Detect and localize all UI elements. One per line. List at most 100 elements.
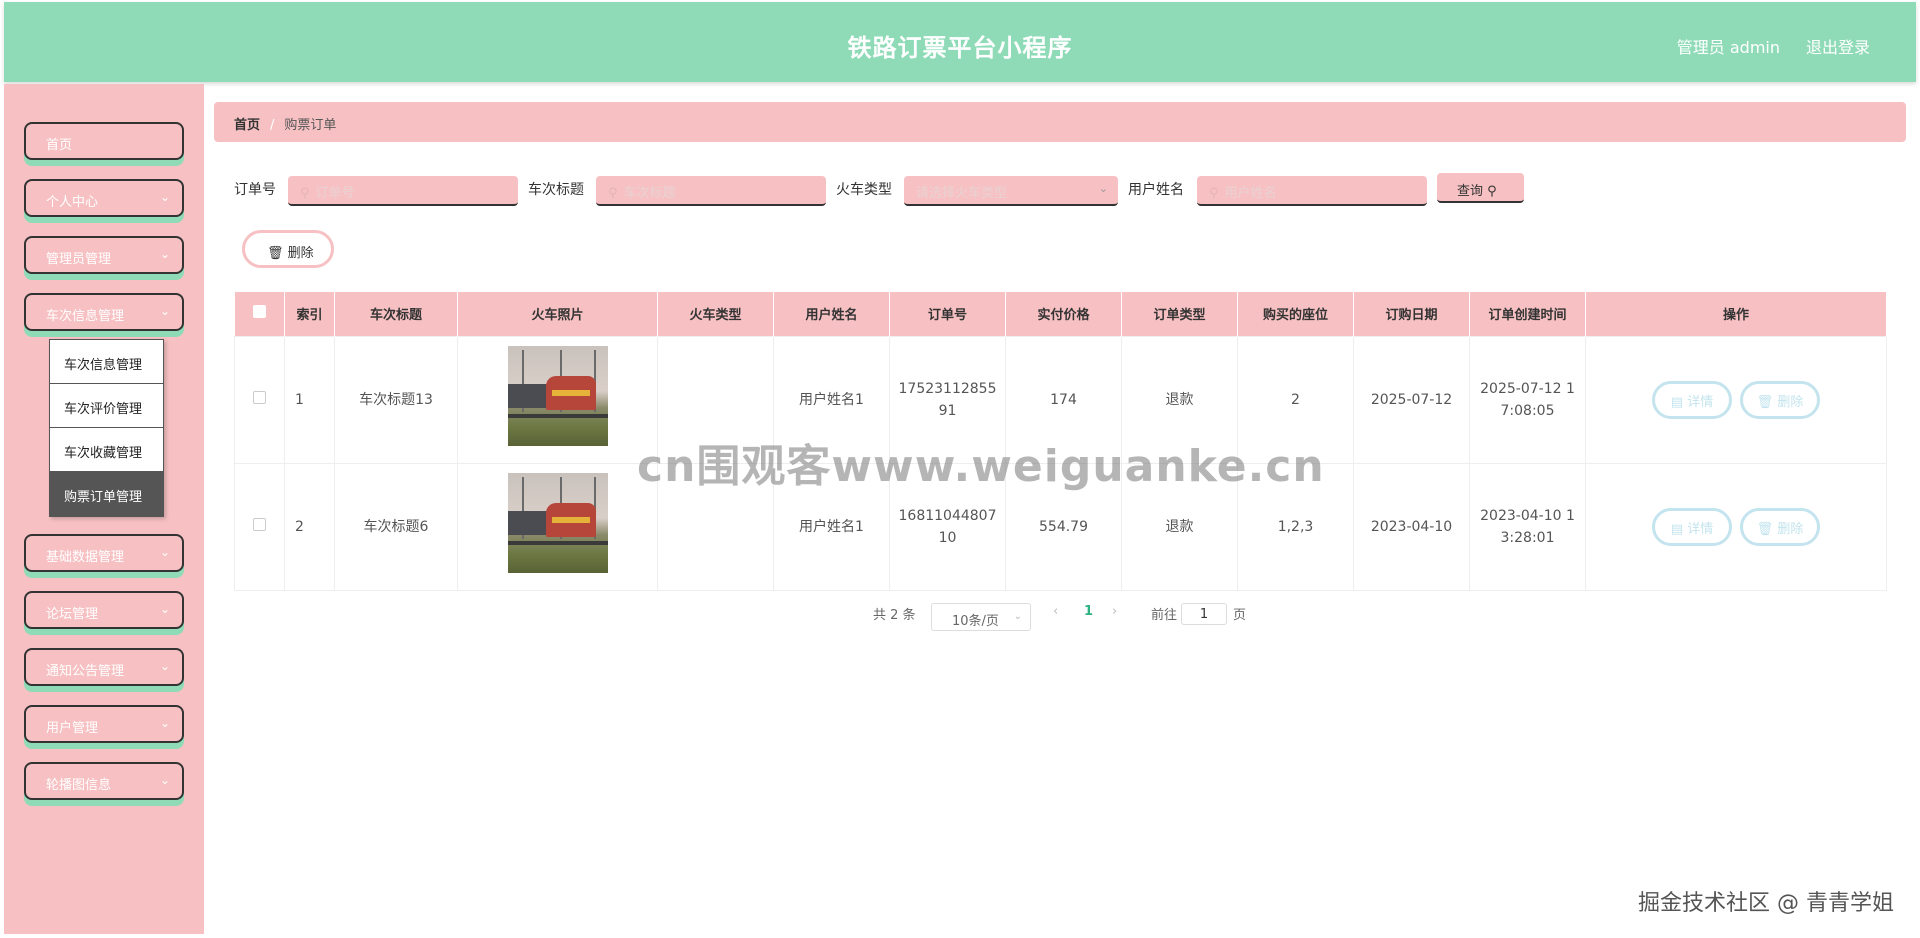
trash-icon: 🗑 [1756,394,1774,410]
user-name-label: 用户姓名 [1128,182,1184,198]
center-watermark: cn围观客www.weiguanke.cn [637,441,1325,492]
order-no-line: 91 [938,402,957,419]
photo-cell [457,335,658,464]
column-header: 订单号 [889,292,1006,336]
select-all-cell [234,292,285,336]
next-page-icon[interactable]: › [1112,604,1117,619]
sidebar-item-home[interactable]: 首页 [24,122,184,160]
column-header: 用户姓名 [773,292,890,336]
sidebar-item-label: 管理员管理 [46,252,112,267]
current-page-number[interactable]: 1 [1084,604,1093,619]
app-title: 铁路订票平台小程序 [847,34,1073,62]
delete-button[interactable]: 🗑 删除 [1740,380,1820,419]
search-icon: ⚲ [1209,186,1219,201]
breadcrumb-separator: / [270,118,275,133]
row-select-cell [234,462,285,591]
submenu-item-ticket-orders[interactable]: 购票订单管理 [50,472,163,516]
chevron-down-icon: ⌄ [159,716,170,730]
sidebar-item-carousel-info[interactable]: 轮播图信息 ⌄ [24,762,184,800]
corner-watermark: 掘金技术社区 @ 青青学姐 [1638,891,1894,916]
goto-page-input[interactable]: 1 [1181,603,1227,625]
train-photo [507,473,608,573]
created-time-line: 7:08:05 [1500,402,1555,419]
sidebar-item-base-data-management[interactable]: 基础数据管理 ⌄ [24,534,184,572]
order-no-label: 订单号 [234,182,276,198]
sidebar-item-user-management[interactable]: 用户管理 ⌄ [24,705,184,743]
page-suffix: 页 [1233,608,1247,623]
chevron-down-icon: ⌄ [159,190,170,204]
sidebar-item-admin-management[interactable]: 管理员管理 ⌄ [24,236,184,274]
sidebar-item-forum-management[interactable]: 论坛管理 ⌄ [24,591,184,629]
detail-label: 详情 [1687,394,1714,410]
delete-label: 删除 [1777,521,1804,537]
row-select-cell [234,335,285,464]
search-icon: ⚲ [608,186,618,201]
pagination-total: 共 2 条 [873,608,916,623]
detail-button[interactable]: ▤ 详情 [1652,507,1732,546]
user-name-placeholder: 用户姓名 [1224,186,1277,201]
document-icon: ▤ [1670,394,1684,410]
created-time-cell: 2023-04-10 1 3:28:01 [1469,462,1586,591]
order-no-line: 17523112855 [898,380,997,397]
row-checkbox[interactable] [253,390,266,404]
train-title-input[interactable]: ⚲ 车次标题 [596,176,826,206]
table-header-row: 索引 车次标题 火车照片 火车类型 用户姓名 订单号 实付价格 订单类型 购买的… [234,292,1887,336]
search-icon: ⚲ [1487,184,1497,199]
train-type-select[interactable]: 请选择火车类型 ⌄ [904,176,1118,206]
column-header: 火车类型 [657,292,774,336]
page-size-select[interactable]: 10条/页 ⌄ [931,603,1031,631]
select-all-checkbox[interactable] [252,305,266,319]
column-header: 实付价格 [1005,292,1122,336]
query-button-label: 查询 [1457,184,1484,199]
chevron-down-icon: ⌄ [159,247,170,261]
submenu-item-train-info[interactable]: 车次信息管理 [50,340,163,384]
created-time-line: 2023-04-10 1 [1480,507,1575,524]
sidebar-item-label: 个人中心 [46,195,99,210]
order-no-input[interactable]: ⚲ 订单号 [288,176,518,206]
train-title-placeholder: 车次标题 [623,186,676,201]
submenu-item-train-review[interactable]: 车次评价管理 [50,384,163,428]
submenu-item-train-favorite[interactable]: 车次收藏管理 [50,428,163,472]
delete-button[interactable]: 🗑 删除 [1740,507,1820,546]
date-cell: 2025-07-12 [1353,335,1470,464]
sidebar: 首页 个人中心 ⌄ 管理员管理 ⌄ 车次信息管理 ⌄ 基础数据管理 ⌄ 论坛管理 ⌄ 通知… [4,84,204,934]
batch-delete-button[interactable]: 🗑 删除 [242,230,334,268]
column-header: 订单创建时间 [1469,292,1586,336]
breadcrumb: 首页 / 购票订单 [214,102,1906,142]
chevron-down-icon: ⌄ [159,304,170,318]
batch-delete-label: 删除 [287,246,314,261]
order-no-line: 16811044807 [898,507,997,524]
order-no-line: 10 [938,529,957,546]
user-name-input[interactable]: ⚲ 用户姓名 [1197,176,1427,206]
train-type-label: 火车类型 [836,182,892,198]
row-checkbox[interactable] [253,517,266,531]
top-header: 铁路订票平台小程序 管理员 admin 退出登录 [4,2,1916,82]
detail-button[interactable]: ▤ 详情 [1652,380,1732,419]
trash-icon: 🗑 [1756,521,1774,537]
detail-label: 详情 [1687,521,1714,537]
column-header: 操作 [1585,292,1887,336]
title-cell: 车次标题13 [334,335,458,464]
chevron-down-icon: ⌄ [159,545,170,559]
logout-link[interactable]: 退出登录 [1806,34,1870,58]
sidebar-item-label: 论坛管理 [46,607,99,622]
prev-page-icon[interactable]: ‹ [1053,604,1058,619]
query-button[interactable]: 查询 ⚲ [1437,173,1524,203]
order-no-placeholder: 订单号 [315,186,355,201]
sidebar-item-notice-management[interactable]: 通知公告管理 ⌄ [24,648,184,686]
photo-cell [457,462,658,591]
sidebar-item-personal-center[interactable]: 个人中心 ⌄ [24,179,184,217]
breadcrumb-current: 购票订单 [284,118,337,133]
delete-label: 删除 [1777,394,1804,410]
sidebar-item-label: 用户管理 [46,721,99,736]
date-cell: 2023-04-10 [1353,462,1470,591]
admin-label: 管理员 admin [1676,38,1780,57]
page-size-value: 10条/页 [952,614,999,629]
chevron-down-icon: ⌄ [159,602,170,616]
trash-icon: 🗑 [267,246,284,261]
sidebar-item-train-info-management[interactable]: 车次信息管理 ⌄ [24,293,184,331]
column-header: 订购日期 [1353,292,1470,336]
column-header: 订单类型 [1121,292,1238,336]
breadcrumb-home[interactable]: 首页 [234,118,260,133]
sidebar-item-label: 首页 [46,138,73,153]
